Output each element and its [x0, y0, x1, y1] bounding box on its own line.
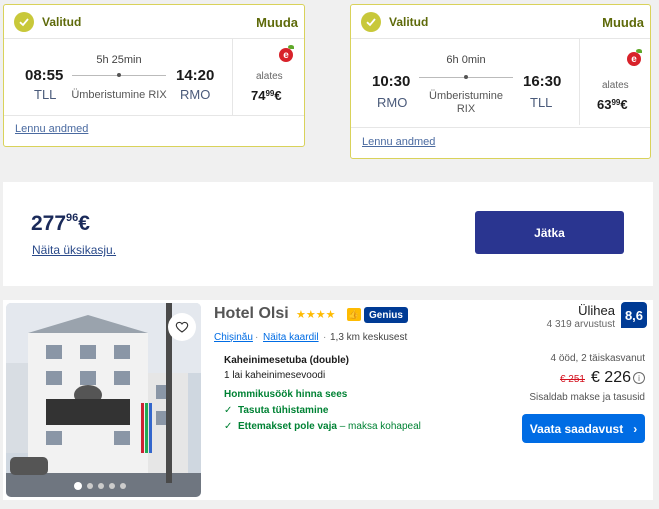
free-cancellation-label: Tasuta tühistamine — [238, 405, 329, 416]
original-price: € 251 — [559, 374, 585, 385]
depart-code: TLL — [34, 87, 57, 102]
depart-time: 08:55 — [25, 67, 64, 84]
divider — [232, 39, 233, 115]
carousel-dot[interactable] — [74, 482, 82, 490]
stopover-label: Ümberistumine RIX — [71, 89, 167, 101]
room-type: Kaheinimesetuba (double) — [224, 355, 350, 366]
rating-word: Ülihea — [578, 303, 615, 318]
carousel-dot[interactable] — [87, 483, 93, 489]
continue-button[interactable]: Jätka — [475, 211, 624, 254]
return-header: Valitud Muuda — [351, 5, 650, 39]
free-cancellation: ✓ Tasuta tühistamine — [224, 405, 328, 416]
outbound-header: Valitud Muuda — [4, 5, 304, 39]
city-link[interactable]: Chișinău — [214, 332, 253, 343]
show-on-map-link[interactable]: Näita kaardil — [263, 332, 319, 343]
return-flight-card: Valitud Muuda 6h 0min 10:30 RMO Ümberist… — [350, 4, 651, 159]
price-currency: € — [620, 97, 628, 112]
hotel-card: Hotel Olsi ★★★★ 👍 Genius Chișinău · Näit… — [3, 300, 653, 500]
price-info-icon[interactable]: i — [633, 372, 645, 384]
price-main: 63 — [597, 97, 612, 112]
current-price: € 226 — [590, 369, 631, 386]
save-heart-icon[interactable] — [168, 313, 196, 341]
see-availability-button[interactable]: Vaata saadavust › — [522, 414, 645, 443]
see-availability-label: Vaata saadavust — [529, 421, 624, 436]
total-price: 27796€ — [31, 212, 90, 236]
arrive-time: 14:20 — [176, 67, 215, 84]
total-main: 277 — [31, 212, 67, 235]
stay-summary: 4 ööd, 2 täiskasvanut — [550, 353, 645, 364]
stopover-label-2: RIX — [456, 103, 476, 115]
review-count[interactable]: 4 319 arvustust — [547, 319, 615, 330]
carousel-dot[interactable] — [120, 483, 126, 489]
arrive-code: TLL — [530, 95, 553, 110]
arrive-code: RMO — [180, 87, 211, 102]
stopover-label-1: Ümberistumine — [429, 90, 503, 102]
duration: 5h 25min — [96, 54, 142, 66]
breakfast-included: Hommikusöök hinna sees — [224, 389, 348, 400]
divider — [579, 39, 580, 125]
price-currency: € — [274, 88, 282, 103]
divider — [351, 127, 650, 128]
divider — [4, 115, 304, 116]
change-return-link[interactable]: Muuda — [602, 15, 644, 30]
flight-details-link[interactable]: Lennu andmed — [362, 136, 435, 148]
selected-label: Valitud — [389, 15, 429, 29]
flight-price: 7499€ — [251, 88, 282, 103]
taxes-included: Sisaldab makse ja tasusid — [529, 392, 645, 403]
duration: 6h 0min — [446, 54, 486, 66]
no-prepayment-label: Ettemakset pole vaja — [238, 421, 337, 432]
check-icon — [361, 12, 381, 32]
photo-carousel-dots[interactable] — [74, 482, 126, 490]
carousel-dot[interactable] — [98, 483, 104, 489]
outbound-flight-card: Valitud Muuda 08:55 TLL 5h 25min Ümberis… — [3, 4, 305, 147]
selected-label: Valitud — [42, 15, 82, 29]
depart-code: RMO — [377, 95, 408, 110]
separator-dot: · — [255, 332, 259, 343]
bed-type: 1 lai kaheinimesevoodi — [224, 370, 326, 381]
no-prepayment: ✓ Ettemakset pole vaja – maksa kohapeal — [224, 421, 421, 432]
thumbs-up-icon: 👍 — [347, 308, 361, 321]
price-main: 74 — [251, 88, 266, 103]
total-currency: € — [78, 212, 90, 235]
hotel-name[interactable]: Hotel Olsi — [214, 305, 289, 323]
stop-dot — [117, 73, 121, 77]
flight-details-link[interactable]: Lennu andmed — [15, 123, 88, 135]
airline-logo-icon: e — [627, 49, 642, 66]
arrive-time: 16:30 — [523, 73, 562, 90]
check-icon — [14, 12, 34, 32]
show-details-link[interactable]: Näita üksikasju. — [32, 243, 116, 257]
separator-dot: · — [323, 332, 327, 343]
flight-price: 6399€ — [597, 97, 628, 112]
star-rating: ★★★★ — [296, 309, 336, 321]
genius-badge: Genius — [364, 307, 408, 323]
check-icon: ✓ — [224, 405, 233, 416]
stop-dot — [464, 75, 468, 79]
airline-logo-icon: e — [279, 45, 294, 62]
from-label: alates — [602, 80, 629, 91]
change-outbound-link[interactable]: Muuda — [256, 15, 298, 30]
from-label: alates — [256, 71, 283, 82]
check-icon: ✓ — [224, 421, 233, 432]
depart-time: 10:30 — [372, 73, 411, 90]
carousel-dot[interactable] — [109, 483, 115, 489]
review-score: 8,6 — [621, 302, 647, 328]
no-prepayment-note: – maksa kohapeal — [336, 421, 421, 432]
chevron-right-icon: › — [633, 421, 638, 436]
distance-from-center: 1,3 km keskusest — [330, 332, 408, 343]
total-cents: 96 — [66, 212, 79, 224]
total-summary: 27796€ Näita üksikasju. Jätka — [3, 182, 653, 286]
hotel-photo[interactable] — [6, 303, 201, 497]
